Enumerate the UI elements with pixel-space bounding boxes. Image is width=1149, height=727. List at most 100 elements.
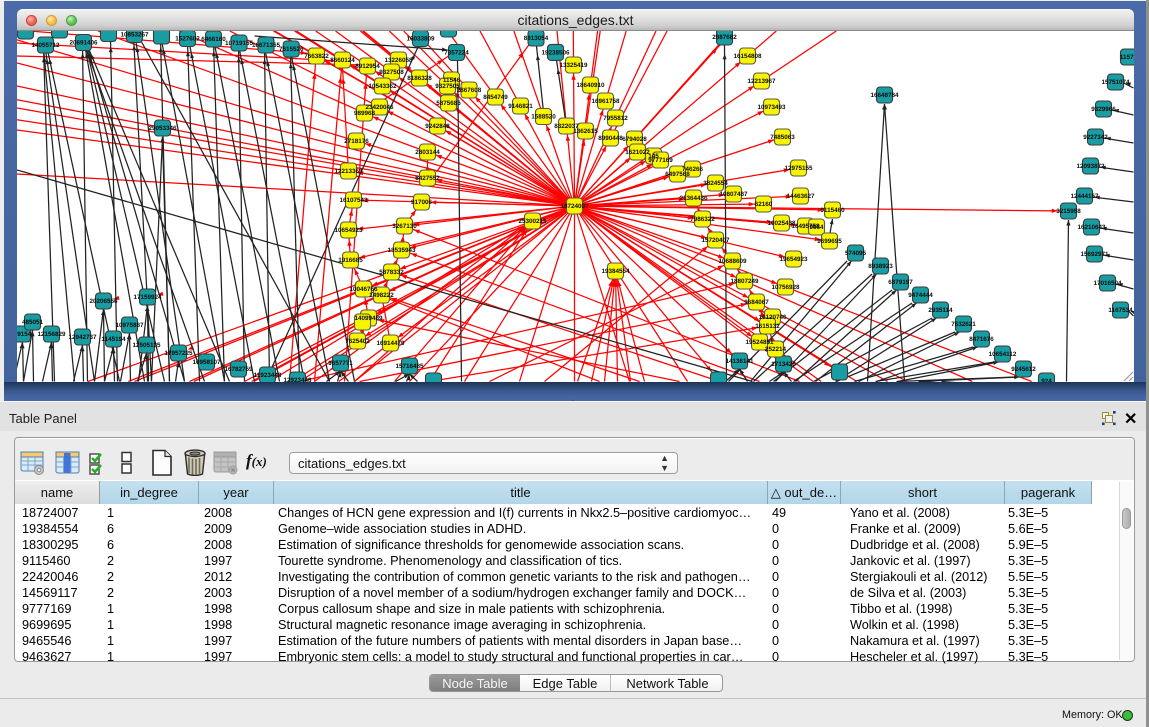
- svg-text:15716485: 15716485: [395, 363, 424, 370]
- svg-text:7955812: 7955812: [603, 115, 628, 122]
- svg-text:11575: 11575: [1120, 54, 1134, 61]
- svg-text:12093872: 12093872: [1076, 163, 1105, 170]
- svg-text:10973493: 10973493: [757, 104, 786, 111]
- svg-text:1145194: 1145194: [101, 336, 126, 343]
- svg-text:7663822: 7663822: [304, 53, 329, 60]
- svg-text:13226058: 13226058: [384, 57, 413, 64]
- svg-text:8912954: 8912954: [355, 63, 380, 70]
- svg-text:1362615: 1362615: [573, 128, 598, 135]
- svg-text:15720407: 15720407: [701, 237, 730, 244]
- svg-text:7986322: 7986322: [690, 216, 715, 223]
- svg-text:8186328: 8186328: [407, 75, 432, 82]
- svg-text:10719155: 10719155: [225, 40, 254, 47]
- svg-text:18640910: 18640910: [576, 82, 605, 89]
- svg-text:13535943: 13535943: [387, 247, 416, 254]
- svg-text:924: 924: [1041, 378, 1052, 382]
- svg-text:1713426: 1713426: [771, 361, 796, 368]
- svg-text:13325419: 13325419: [559, 62, 588, 69]
- svg-text:1167534: 1167534: [1108, 307, 1133, 314]
- svg-text:7625402: 7625402: [345, 338, 370, 345]
- svg-text:16782759: 16782759: [224, 366, 253, 373]
- svg-text:10807487: 10807487: [719, 191, 748, 198]
- svg-text:16107543: 16107543: [339, 197, 368, 204]
- svg-text:10853267: 10853267: [120, 32, 149, 39]
- svg-text:2803144: 2803144: [415, 149, 440, 156]
- svg-text:1588520: 1588520: [531, 114, 556, 121]
- svg-text:7357224: 7357224: [444, 50, 469, 57]
- svg-text:19654923: 19654923: [779, 256, 808, 263]
- svg-text:9115460: 9115460: [820, 207, 845, 214]
- svg-text:9242848: 9242848: [425, 123, 450, 130]
- svg-text:16120746: 16120746: [758, 314, 787, 321]
- svg-text:989968: 989968: [354, 110, 376, 117]
- svg-text:19524851: 19524851: [745, 339, 774, 346]
- svg-text:7485063: 7485063: [770, 134, 795, 141]
- svg-text:16154808: 16154808: [733, 53, 762, 60]
- svg-text:2867608: 2867608: [457, 87, 482, 94]
- svg-text:19238506: 19238506: [541, 50, 570, 57]
- svg-text:29053346: 29053346: [148, 125, 177, 132]
- svg-text:8660124: 8660124: [330, 57, 355, 64]
- svg-text:9664: 9664: [809, 224, 824, 231]
- svg-text:8990448: 8990448: [598, 135, 623, 142]
- svg-text:6466160: 6466160: [201, 36, 226, 43]
- svg-text:39154: 39154: [17, 331, 32, 338]
- svg-text:3267130: 3267130: [392, 223, 417, 230]
- svg-text:9227342: 9227342: [1083, 134, 1108, 141]
- svg-text:6794028: 6794028: [622, 136, 647, 143]
- svg-text:15751074: 15751074: [1101, 79, 1130, 86]
- svg-text:8938923: 8938923: [868, 263, 893, 270]
- svg-text:17159924: 17159924: [133, 294, 162, 301]
- svg-text:16648784: 16648784: [870, 92, 899, 99]
- svg-text:8471676: 8471676: [969, 336, 994, 343]
- svg-text:12213967: 12213967: [747, 78, 776, 85]
- svg-text:2935114: 2935114: [928, 307, 953, 314]
- svg-text:8427552: 8427552: [415, 175, 440, 182]
- svg-text:10543362: 10543362: [368, 83, 397, 90]
- svg-text:1527602: 1527602: [175, 36, 200, 43]
- svg-text:15692971: 15692971: [1080, 251, 1109, 258]
- svg-text:12505135: 12505135: [132, 342, 161, 349]
- svg-text:18807249: 18807249: [730, 278, 759, 285]
- svg-text:14055712: 14055712: [31, 42, 60, 49]
- svg-text:1615132: 1615132: [755, 323, 780, 330]
- svg-text:5875685: 5875685: [436, 100, 461, 107]
- svg-text:6879197: 6879197: [888, 279, 913, 286]
- svg-text:16961758: 16961758: [591, 98, 620, 105]
- svg-text:5878332: 5878332: [379, 269, 404, 276]
- svg-text:9146821: 9146821: [508, 103, 533, 110]
- svg-text:18724007: 18724007: [560, 203, 589, 210]
- svg-text:14099489: 14099489: [354, 315, 383, 322]
- svg-text:14463627: 14463627: [786, 193, 815, 200]
- svg-text:12975155: 12975155: [784, 165, 813, 172]
- svg-text:7515526: 7515526: [279, 46, 304, 53]
- svg-text:2887682: 2887682: [712, 34, 737, 41]
- svg-text:6497568: 6497568: [665, 171, 690, 178]
- svg-text:17016504: 17016504: [1093, 280, 1122, 287]
- svg-text:8454749: 8454749: [483, 94, 508, 101]
- svg-text:20691406: 20691406: [69, 40, 98, 47]
- svg-text:3824554: 3824554: [703, 180, 728, 187]
- svg-text:917006: 917006: [411, 199, 433, 206]
- svg-text:12444157: 12444157: [1070, 193, 1099, 200]
- svg-text:10688609: 10688609: [718, 258, 747, 265]
- svg-text:10975887: 10975887: [115, 322, 144, 329]
- svg-text:11923448: 11923448: [254, 372, 282, 379]
- svg-text:485051: 485051: [22, 319, 44, 326]
- svg-text:2718176: 2718176: [344, 138, 369, 145]
- svg-text:16914479: 16914479: [376, 340, 405, 347]
- svg-text:12156829: 12156829: [37, 331, 66, 338]
- svg-text:12923448: 12923448: [283, 377, 312, 382]
- svg-text:1621022: 1621022: [625, 149, 650, 156]
- svg-text:9684067: 9684067: [744, 299, 769, 306]
- svg-text:9657771: 9657771: [328, 360, 353, 367]
- svg-text:9699695: 9699695: [817, 238, 842, 245]
- svg-text:20206556: 20206556: [89, 298, 118, 305]
- svg-text:12942737: 12942737: [68, 334, 97, 341]
- svg-text:16671355: 16671355: [252, 42, 281, 49]
- svg-text:21364436: 21364436: [679, 195, 708, 202]
- svg-text:19384554: 19384554: [601, 268, 630, 275]
- svg-text:8813054: 8813054: [524, 35, 549, 42]
- svg-text:9777169: 9777169: [648, 157, 673, 164]
- svg-text:10654923: 10654923: [334, 227, 363, 234]
